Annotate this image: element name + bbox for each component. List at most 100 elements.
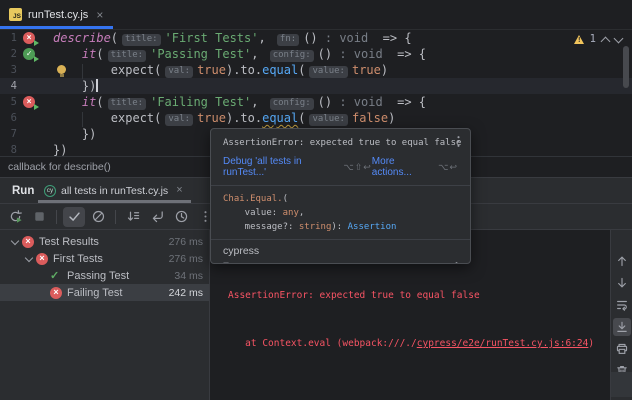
code-token: equal [262,111,298,125]
code-token: , [258,31,272,45]
popup-actions-row: Debug 'all tests in runTest...' ⌥⇧↩ More… [211,148,470,185]
popup-error-message: AssertionError: expected true to equal f… [223,138,461,148]
more-actions-link[interactable]: More actions... [372,156,432,178]
more-options-icon[interactable] [451,134,466,149]
gutter-slot [23,128,39,140]
doc-token: ( [283,194,288,204]
sort-by-duration-icon[interactable] [170,207,192,227]
stop-icon[interactable] [28,207,50,227]
doc-token: Chai.Equal. [223,194,283,204]
close-tab-icon[interactable]: × [96,10,103,20]
editor-scrollbar[interactable] [623,46,629,88]
scroll-down-icon[interactable] [613,274,631,292]
inlay-hint: value: [309,66,348,78]
print-icon[interactable] [613,340,631,358]
code-token: expect [111,63,154,77]
test-duration: 276 ms [169,236,203,248]
breadcrumb-context[interactable]: callback for describe() [8,161,111,173]
code-line-5: 5× it(title:'Failing Test', config:() : … [0,94,632,110]
editor-tab-label: runTest.cy.js [28,9,88,21]
run-test-passed-icon[interactable]: ✓ [23,48,35,60]
code-token: , [251,95,265,109]
previous-problem-icon[interactable] [601,36,611,46]
gutter: 8 [0,142,53,156]
code-token: ( [96,95,103,109]
code-token: => { [383,95,426,109]
line-number: 3 [0,64,17,76]
more-options-icon[interactable] [449,260,464,264]
doc-line: value: any, [223,206,458,220]
scrollbar-corner [611,372,632,397]
indent-guide [82,112,83,127]
inspections-widget[interactable]: ! 1 [574,33,622,45]
gutter: 1× [0,30,53,46]
console-toolbar [610,230,632,400]
active-tab-underline [38,200,191,203]
warning-icon: ! [574,35,584,44]
code-token: ).to. [226,63,262,77]
code-text: }) [53,126,96,142]
test-tree-row[interactable]: ×Failing Test242 ms [0,284,209,301]
code-token: }) [53,143,67,156]
code-token: => { [383,47,426,61]
inlay-hint: config: [270,50,314,62]
debug-tests-link[interactable]: Debug 'all tests in runTest...' [223,156,337,178]
gutter: 7 [0,126,53,142]
stack-text: at Context.eval (webpack:///./ [228,338,417,349]
code-token [53,47,82,61]
inlay-hint: title: [108,50,147,62]
test-duration: 276 ms [169,253,203,265]
more-actions-shortcut: ⌥↩ [438,162,458,173]
console-output: AssertionError: expected true to equal f… [228,268,594,371]
text-caret [96,79,98,92]
js-file-icon: JS [9,8,22,21]
code-token: ( [96,47,103,61]
code-token: ) [381,63,388,77]
warning-count: 1 [590,33,596,45]
gutter: 3 [0,62,53,78]
navigate-source-icon[interactable] [146,207,168,227]
code-token: ( [111,31,118,45]
show-passed-icon[interactable] [63,207,85,227]
popup-footer [211,259,470,264]
test-tree-row[interactable]: ×Test Results276 ms [0,233,209,250]
chevron-down-icon[interactable] [22,255,36,263]
next-problem-icon[interactable] [614,33,624,43]
soft-wrap-icon[interactable] [613,296,631,314]
test-tree-row[interactable]: ×First Tests276 ms [0,250,209,267]
code-token: 'First Tests' [165,31,259,45]
code-line-6: 6 expect(val:true).to.equal(value:false) [0,110,632,126]
run-test-failed-icon[interactable]: × [23,96,35,108]
doc-module-label: cypress [211,240,470,259]
code-token: true [197,63,226,77]
intention-bulb-icon[interactable] [57,65,66,74]
gutter: 6 [0,110,53,126]
test-duration: 242 ms [169,287,203,299]
run-tab-all-tests[interactable]: cy all tests in runTest.cy.js × [38,178,191,203]
inlay-hint: title: [108,98,147,110]
scroll-to-end-icon[interactable] [613,318,631,336]
close-tab-icon[interactable]: × [176,186,182,195]
doc-token: ): [331,222,347,232]
chevron-down-icon[interactable] [8,238,22,246]
stack-trace-link[interactable]: cypress/e2e/runTest.cy.js:6:24 [417,338,589,349]
edit-source-icon[interactable] [223,261,237,264]
code-token [53,95,82,109]
code-line-4: 4 }) [0,78,632,94]
test-passed-icon: ✓ [50,269,67,282]
indent-guide [82,64,83,79]
code-token: ) [388,111,395,125]
editor-tab-runtest[interactable]: JS runTest.cy.js × [0,0,113,29]
doc-token: any [283,208,299,218]
inlay-hint: value: [309,114,348,126]
run-test-failed-icon[interactable]: × [23,32,35,44]
cypress-icon: cy [44,185,56,197]
show-ignored-icon[interactable] [87,207,109,227]
gutter: 4 [0,78,53,94]
rerun-tests-icon[interactable] [4,207,26,227]
scroll-up-icon[interactable] [613,252,631,270]
sort-tests-icon[interactable] [122,207,144,227]
code-token: : void [332,95,383,109]
test-tree-row[interactable]: ✓Passing Test34 ms [0,267,209,284]
gutter-slot [23,144,39,156]
